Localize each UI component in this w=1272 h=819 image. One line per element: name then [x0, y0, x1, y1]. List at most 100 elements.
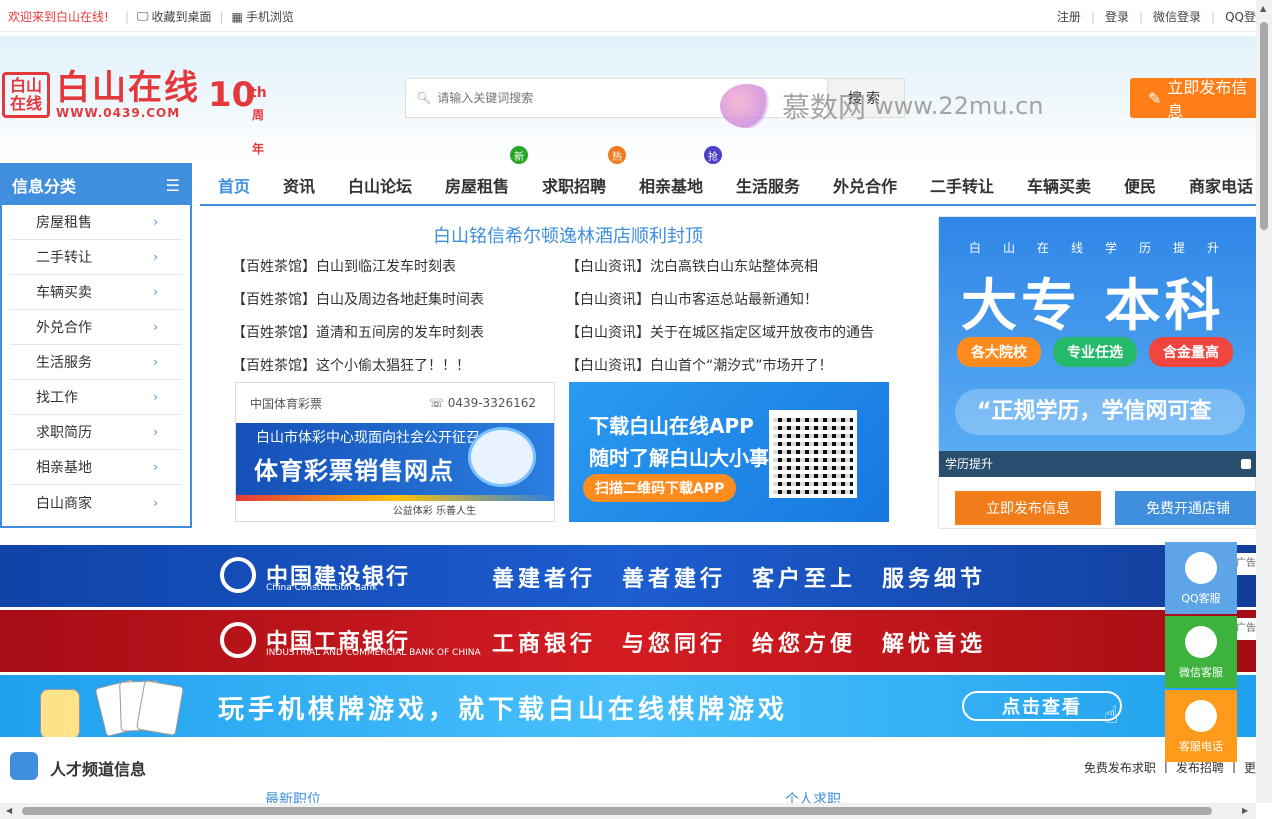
scroll-up-icon[interactable]: ▲ [1260, 4, 1266, 13]
news-item[interactable]: 【白山资讯】沈白高铁白山东站整体亮相 [566, 256, 874, 289]
chevron-right-icon: › [153, 285, 158, 299]
watermark-logo-icon [720, 84, 774, 128]
monitor-icon: 🖵 [136, 9, 149, 23]
view-button[interactable]: 点击查看 [962, 691, 1122, 721]
bookmark-link[interactable]: 🖵 收藏到桌面 [137, 8, 212, 25]
category-item[interactable]: 车辆买卖 › [10, 275, 182, 310]
publish-info-button-secondary[interactable]: 立即发布信息 [955, 491, 1101, 525]
news-item[interactable]: 【白山资讯】关于在城区指定区域开放夜市的通告 [566, 322, 874, 355]
main-nav: 首页 资讯 白山论坛 房屋租售 求职招聘 相亲基地 生活服务 外兑合作 二手转让… [200, 163, 1256, 206]
phone-icon: ☏ [428, 396, 448, 410]
ad-tag: 广告 [1236, 553, 1256, 575]
category-item[interactable]: 求职简历 › [10, 415, 182, 450]
category-item[interactable]: 二手转让 › [10, 240, 182, 275]
chevron-right-icon: › [153, 425, 158, 439]
login-link[interactable]: 登录 [1105, 8, 1129, 25]
news-item[interactable]: 【白山资讯】白山市客运总站最新通知！ [566, 289, 874, 322]
search-icon: 🔍︎ [416, 91, 432, 105]
category-item[interactable]: 相亲基地 › [10, 450, 182, 485]
top-bar: 欢迎来到白山在线! | 🖵 收藏到桌面 | ▦ 手机浏览 注册 | 登录 | 微信登… [0, 0, 1256, 32]
ad-caption: 学历提升 [945, 457, 994, 471]
ad-tag: 广告 [1236, 618, 1256, 640]
category-item[interactable]: 白山商家 › [10, 485, 182, 520]
education-ad[interactable]: 白山在线学历提升 大专 本科 各大院校 专业任选 含金量高 “正规学历，学信网可… [939, 217, 1257, 477]
nav-jobs[interactable]: 求职招聘 [542, 173, 606, 197]
mobile-browse-link[interactable]: ▦ 手机浏览 [232, 8, 294, 25]
mascot-icon [468, 427, 536, 487]
category-item[interactable]: 找工作 › [10, 380, 182, 415]
news-item[interactable]: 【百姓茶馆】白山及周边各地赶集时间表 [232, 289, 484, 322]
welcome-text: 欢迎来到白山在线! [8, 10, 109, 24]
site-logo[interactable]: 白山在线 白山在线 WWW.0439.COM 10 th 周年 [2, 68, 267, 156]
chevron-right-icon: › [153, 460, 158, 474]
open-shop-button[interactable]: 免费开通店铺 [1115, 491, 1261, 525]
float-service: QQ客服 微信客服 客服电话 [1165, 542, 1237, 764]
qq-login-link[interactable]: QQ登 [1225, 8, 1256, 25]
qq-icon [1185, 552, 1217, 584]
horizontal-scroll-thumb[interactable] [22, 807, 1212, 815]
wechat-icon [1185, 626, 1217, 658]
section-title: 人才频道信息 [50, 760, 147, 779]
nav-dating[interactable]: 相亲基地 [639, 173, 703, 197]
document-icon [10, 752, 38, 780]
new-badge: 新 [510, 146, 528, 164]
headline-link[interactable]: 白山铭信希尔顿逸林酒店顺利封顶 [200, 222, 936, 248]
wechat-service-button[interactable]: 微信客服 [1165, 616, 1237, 688]
nav-forum[interactable]: 白山论坛 [348, 173, 412, 197]
qr-icon: ▦ [231, 9, 243, 24]
right-ad-panel: 白山在线学历提升 大专 本科 各大院校 专业任选 含金量高 “正规学历，学信网可… [938, 216, 1261, 529]
logo-url: WWW.0439.COM [56, 106, 181, 120]
category-panel: 信息分类 ☰ 房屋租售 › 二手转让 › 车辆买卖 › 外兑合作 › 生活服务 › 找工作… [0, 163, 192, 528]
nav-home[interactable]: 首页 [218, 173, 250, 197]
news-item[interactable]: 【百姓茶馆】白山到临江发车时刻表 [232, 256, 484, 289]
talent-section: 人才频道信息 免费发布求职 | 发布招聘 | 更 最新职位 个人求职 [0, 745, 1256, 808]
phone-icon [1185, 700, 1217, 732]
nav-merchant-phone[interactable]: 商家电话 [1189, 173, 1253, 197]
chevron-right-icon: › [153, 495, 158, 510]
wechat-login-link[interactable]: 微信登录 [1153, 8, 1201, 25]
vertical-scroll-thumb[interactable] [1260, 22, 1268, 230]
nav-life-services[interactable]: 生活服务 [736, 173, 800, 197]
register-link[interactable]: 注册 [1057, 8, 1081, 25]
page: 欢迎来到白山在线! | 🖵 收藏到桌面 | ▦ 手机浏览 注册 | 登录 | 微信登… [0, 0, 1272, 819]
news-list-right: 【白山资讯】沈白高铁白山东站整体亮相 【白山资讯】白山市客运总站最新通知！ 【白… [566, 256, 874, 388]
logo-name: 白山在线 [56, 68, 200, 108]
category-item[interactable]: 外兑合作 › [10, 310, 182, 345]
grab-badge: 抢 [704, 146, 722, 164]
nav-cooperation[interactable]: 外兑合作 [833, 173, 897, 197]
chevron-right-icon: › [153, 320, 158, 334]
vertical-scrollbar[interactable]: ▲ [1256, 0, 1272, 803]
edit-icon: ✎ [1148, 88, 1162, 108]
post-resume-link[interactable]: 免费发布求职 [1084, 759, 1156, 776]
playing-cards-icon [20, 678, 185, 737]
more-link[interactable]: 更 [1244, 759, 1256, 776]
slide-indicator[interactable] [1241, 459, 1251, 469]
nav-vehicles[interactable]: 车辆买卖 [1027, 173, 1091, 197]
game-banner[interactable]: 玩手机棋牌游戏，就下载白山在线棋牌游戏 点击查看 ☝ [0, 675, 1256, 737]
qr-code-icon [769, 410, 857, 498]
category-item[interactable]: 房屋租售 › [10, 205, 182, 240]
ccb-logo-icon [220, 557, 256, 593]
chevron-right-icon: › [153, 355, 158, 369]
app-download-ad[interactable]: 下载白山在线APP 随时了解白山大小事 扫描二维码下载APP [569, 382, 889, 522]
lottery-ad[interactable]: 中国体育彩票 ☏ 0439-3326162 白山市体彩中心现面向社会公开征召 体… [235, 382, 555, 522]
news-item[interactable]: 【百姓茶馆】道清和五间房的发车时刻表 [232, 322, 484, 355]
scroll-left-icon[interactable]: ◀ [6, 806, 12, 815]
news-list-left: 【百姓茶馆】白山到临江发车时刻表 【百姓茶馆】白山及周边各地赶集时间表 【百姓茶… [232, 256, 484, 388]
chevron-right-icon: › [153, 390, 158, 404]
nav-news[interactable]: 资讯 [283, 173, 315, 197]
category-item[interactable]: 生活服务 › [10, 345, 182, 380]
nav-housing[interactable]: 房屋租售 [445, 173, 509, 197]
phone-service-button[interactable]: 客服电话 [1165, 690, 1237, 762]
lottery-phone: ☏ 0439-3326162 [428, 396, 536, 410]
icbc-banner[interactable]: 中国工商银行 INDUSTRIAL AND COMMERCIAL BANK OF… [0, 610, 1256, 672]
nav-convenience[interactable]: 便民 [1124, 173, 1156, 197]
horizontal-scrollbar[interactable]: ◀ ▶ [0, 803, 1256, 819]
qq-service-button[interactable]: QQ客服 [1165, 542, 1237, 614]
icbc-logo-icon [220, 622, 256, 658]
publish-info-button[interactable]: ✎ 立即发布信息 [1130, 78, 1256, 121]
nav-second-hand[interactable]: 二手转让 [930, 173, 994, 197]
scroll-right-icon[interactable]: ▶ [1242, 806, 1248, 815]
ccb-banner[interactable]: 中国建设银行 China Construction Bank 善建者行 善者建行… [0, 545, 1256, 607]
list-icon: ☰ [165, 175, 180, 195]
